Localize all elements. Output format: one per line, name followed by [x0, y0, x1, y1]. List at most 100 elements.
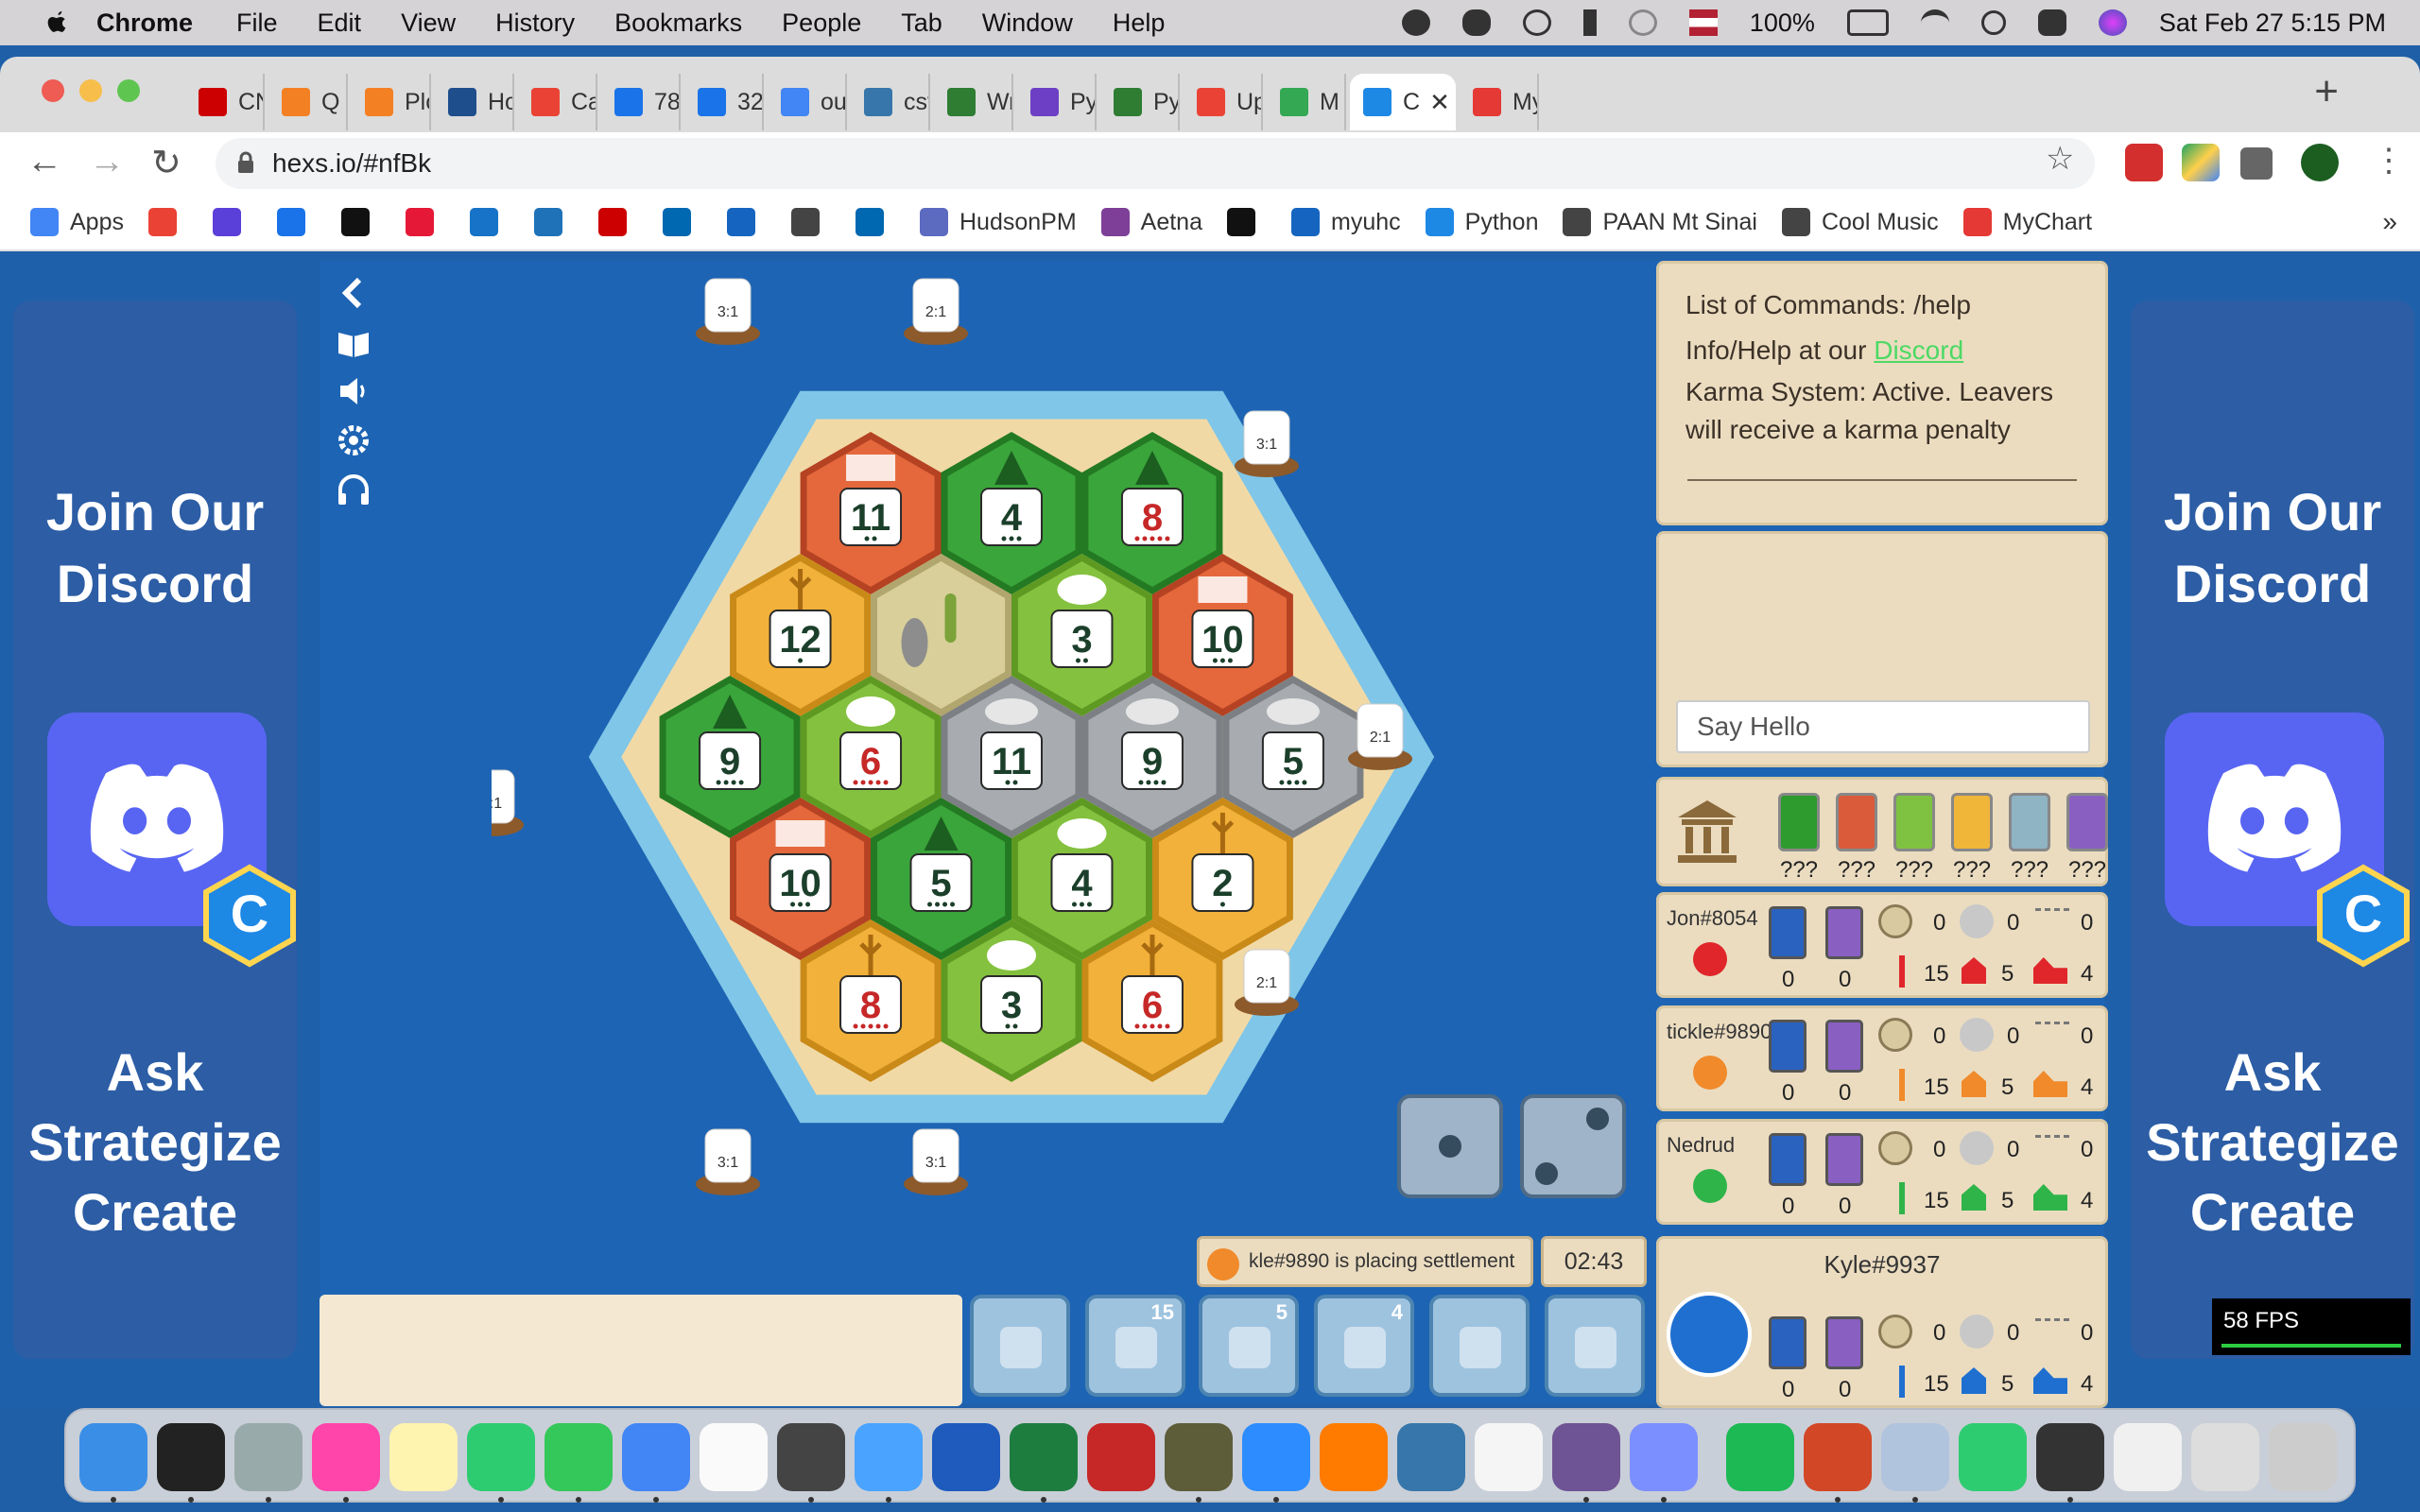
menu-bookmarks[interactable]: Bookmarks [614, 9, 742, 38]
back-button[interactable]: ← [26, 142, 62, 182]
google-drive-icon[interactable] [2182, 144, 2220, 181]
search-icon[interactable] [1980, 10, 2006, 35]
bookmark-item[interactable]: Aetna [1100, 208, 1202, 236]
bookmark-item[interactable] [1227, 208, 1267, 236]
lock-icon[interactable] [236, 151, 255, 174]
dock-app-icon[interactable] [932, 1423, 1000, 1491]
dock-app-icon[interactable] [312, 1423, 380, 1491]
bookmark-item[interactable]: MyChart [1962, 208, 2092, 236]
tab-close-icon[interactable]: ✕ [1429, 88, 1450, 117]
menu-window[interactable]: Window [982, 9, 1073, 38]
chrome-menu-icon[interactable]: ⋮ [2373, 142, 2405, 180]
dice-two[interactable] [1520, 1094, 1626, 1198]
wifi-icon[interactable] [1920, 9, 1949, 36]
browser-tab[interactable]: Writi [934, 74, 1013, 130]
bookmark-item[interactable] [790, 208, 831, 236]
dock-app-icon[interactable] [855, 1423, 923, 1491]
dock-app-icon[interactable] [2114, 1423, 2182, 1491]
dock-app-icon[interactable] [1165, 1423, 1233, 1491]
dock-app-icon[interactable] [467, 1423, 535, 1491]
dock-app-icon[interactable] [1087, 1423, 1155, 1491]
menu-edit[interactable]: Edit [318, 9, 362, 38]
dock-app-icon[interactable] [1475, 1423, 1543, 1491]
menu-app-chrome[interactable]: Chrome [96, 9, 193, 38]
dock-app-icon[interactable] [2269, 1423, 2337, 1491]
bookmark-item[interactable]: Cool Music [1781, 208, 1939, 236]
browser-tab[interactable]: CNN [185, 74, 265, 130]
browser-tab[interactable]: MyCl [1460, 74, 1539, 130]
browser-tab[interactable]: Hour [435, 74, 514, 130]
browser-tab[interactable]: Plot t [352, 74, 431, 130]
bookmark-item[interactable] [533, 208, 574, 236]
dock-app-icon[interactable] [389, 1423, 458, 1491]
bookmark-item[interactable] [662, 208, 702, 236]
forward-button[interactable]: → [89, 142, 125, 182]
menu-tab[interactable]: Tab [901, 9, 942, 38]
browser-tab[interactable]: Cand [518, 74, 597, 130]
dock-app-icon[interactable] [1881, 1423, 1949, 1491]
city-button[interactable]: 4 [1314, 1295, 1414, 1397]
browser-tab[interactable]: csv – [851, 74, 930, 130]
profile-avatar[interactable] [2301, 144, 2339, 181]
browser-tab[interactable]: outpu [768, 74, 847, 130]
bookmark-item[interactable] [405, 208, 445, 236]
browser-tab[interactable]: 321 V [684, 74, 764, 130]
menu-file[interactable]: File [236, 9, 278, 38]
menubar-datetime[interactable]: Sat Feb 27 5:15 PM [2159, 9, 2386, 38]
bookmark-star-icon[interactable]: ☆ [2046, 140, 2074, 178]
robber-icon[interactable] [901, 618, 928, 667]
end-turn-button[interactable] [1545, 1295, 1645, 1397]
creative-cloud-icon[interactable] [1401, 9, 1430, 36]
chat-input[interactable]: Say Hello [1676, 700, 2090, 753]
menu-view[interactable]: View [401, 9, 456, 38]
dock-app-icon[interactable] [622, 1423, 690, 1491]
menu-people[interactable]: People [782, 9, 861, 38]
headphones-icon[interactable] [335, 471, 372, 508]
browser-tab[interactable]: Pytho [1100, 74, 1180, 130]
bookmark-item[interactable] [469, 208, 510, 236]
reload-button[interactable]: ↻ [151, 142, 182, 184]
dock-app-icon[interactable] [1010, 1423, 1078, 1491]
browser-tab[interactable]: Upda [1184, 74, 1263, 130]
dock-app-icon[interactable] [157, 1423, 225, 1491]
bookmark-item[interactable]: HudsonPM [919, 208, 1077, 236]
left-discord-banner[interactable]: Join Our Discord C Ask Strategize Create [13, 301, 297, 1359]
dock-app-icon[interactable] [1959, 1423, 2027, 1491]
bookmark-item[interactable] [276, 208, 317, 236]
browser-tab[interactable]: Pytho [1017, 74, 1097, 130]
spiral-icon[interactable] [1628, 9, 1657, 36]
collapse-chevron-icon[interactable] [335, 274, 372, 312]
apple-menu-icon[interactable] [42, 8, 72, 38]
dice-one[interactable] [1397, 1094, 1503, 1198]
dock-app-icon[interactable] [1397, 1423, 1465, 1491]
control-center-icon[interactable] [2037, 9, 2066, 36]
dock-app-icon[interactable] [700, 1423, 768, 1491]
bookmark-item[interactable] [147, 208, 188, 236]
rulebook-icon[interactable] [335, 323, 372, 361]
browser-tab[interactable]: C ✕ [1350, 74, 1456, 130]
dock-app-icon[interactable] [1320, 1423, 1388, 1491]
game-log-box[interactable] [320, 1295, 962, 1406]
right-discord-banner[interactable]: Join Our Discord C Ask Strategize Create [2131, 301, 2414, 1359]
dock-app-icon[interactable] [1242, 1423, 1310, 1491]
bluetooth-icon[interactable] [1582, 9, 1597, 36]
menu-history[interactable]: History [495, 9, 575, 38]
extensions-puzzle-icon[interactable] [2240, 147, 2273, 180]
dock-app-icon[interactable] [1726, 1423, 1794, 1491]
browser-tab[interactable]: Q Lo [268, 74, 348, 130]
discord-link[interactable]: Discord [1874, 335, 1963, 365]
address-bar[interactable]: hexs.io/#nfBk [216, 138, 2095, 189]
catan-board[interactable]: 11 4 8 12 3 10 9 6 11 9 5 10 5 4 2 8 3 6 3:1 2:1 3:1 2:1 2:1 2:… [492, 261, 1531, 1253]
bookmark-item[interactable]: PAAN Mt Sinai [1563, 208, 1757, 236]
bookmark-item[interactable]: Apps [30, 208, 124, 236]
trade-button[interactable] [1429, 1295, 1530, 1397]
bookmark-item[interactable] [340, 208, 381, 236]
dock-app-icon[interactable] [234, 1423, 302, 1491]
dock-app-icon[interactable] [777, 1423, 845, 1491]
road-button[interactable]: 15 [1085, 1295, 1185, 1397]
dock-app-icon[interactable] [2191, 1423, 2259, 1491]
dock-app-icon[interactable] [1630, 1423, 1698, 1491]
browser-tab[interactable]: M [1267, 74, 1346, 130]
siri-icon[interactable] [2098, 9, 2127, 36]
cloud-upload-icon[interactable] [1461, 9, 1491, 36]
